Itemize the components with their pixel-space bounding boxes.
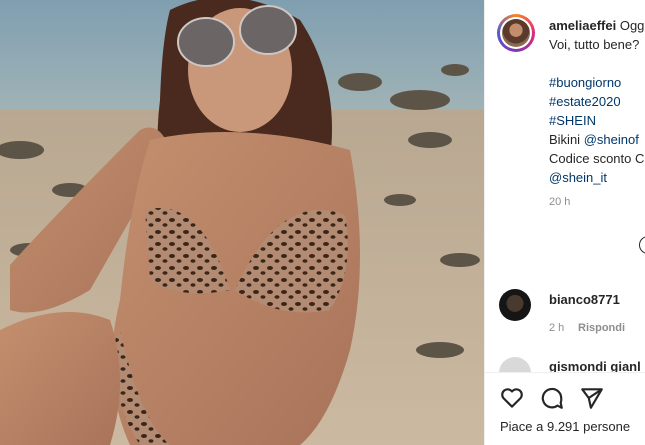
hashtag-shein[interactable]: #SHEIN xyxy=(549,111,645,130)
commenter-username[interactable]: bianco8771 xyxy=(549,292,620,307)
reply-button[interactable]: Rispondi xyxy=(578,322,625,334)
comment-time[interactable]: 2 h xyxy=(549,322,564,334)
caption-line1: Oggi xyxy=(619,18,645,33)
hashtag-estate2020[interactable]: #estate2020 xyxy=(549,92,645,111)
post-side-panel: ameliaeffei Oggi Voi, tutto bene? #buong… xyxy=(484,0,645,445)
post-photo[interactable] xyxy=(0,0,484,445)
post-caption: ameliaeffei Oggi Voi, tutto bene? #buong… xyxy=(549,16,645,187)
post-time[interactable]: 20 h xyxy=(549,196,570,208)
likes-count[interactable]: Piace a 9.291 persone xyxy=(500,419,630,434)
post-photo-illustration xyxy=(0,0,484,445)
discount-text: Codice sconto C xyxy=(549,151,645,166)
post-actions-bar: Piace a 9.291 persone xyxy=(485,372,645,445)
hashtag-buongiorno[interactable]: #buongiorno xyxy=(549,73,645,92)
author-username[interactable]: ameliaeffei xyxy=(549,18,616,33)
heart-icon[interactable] xyxy=(499,385,525,411)
mention-sheinof[interactable]: @sheinof xyxy=(584,132,639,147)
author-avatar[interactable] xyxy=(497,14,535,52)
bikini-label: Bikini xyxy=(549,132,581,147)
caption-line2: Voi, tutto bene? xyxy=(549,37,640,52)
commenter-avatar[interactable] xyxy=(499,289,531,321)
mention-shein-it[interactable]: @shein_it xyxy=(549,168,645,187)
share-icon[interactable] xyxy=(579,385,605,411)
plus-circle-icon[interactable]: + xyxy=(639,236,645,254)
comment-icon[interactable] xyxy=(539,385,565,411)
